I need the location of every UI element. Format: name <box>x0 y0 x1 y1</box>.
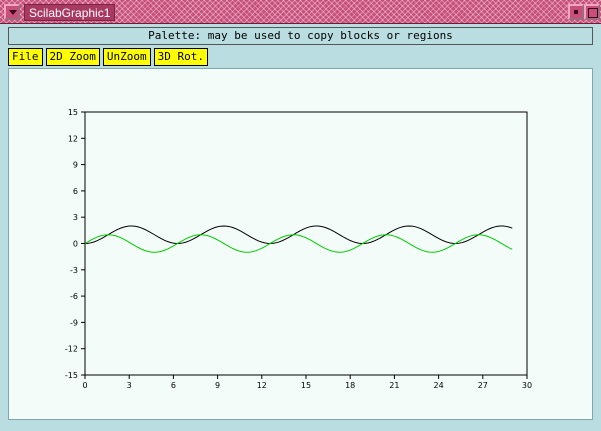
y-tick-label: 3 <box>73 213 78 222</box>
y-tick-label: 9 <box>73 161 78 170</box>
y-tick-label: -6 <box>70 292 78 301</box>
y-tick-label: -15 <box>65 371 78 380</box>
x-tick-label: 24 <box>434 381 444 390</box>
x-tick-label: 6 <box>171 381 176 390</box>
plot-canvas[interactable]: 0 3 6 9 12 15 18 21 24 27 30 -15 -12 -9 -6 -3 0 3 6 9 12 15 <box>8 68 593 420</box>
x-tick-label: 15 <box>301 381 311 390</box>
y-tick-label: -9 <box>70 318 78 327</box>
x-tick-label: 27 <box>478 381 488 390</box>
info-message: Palette: may be used to copy blocks or r… <box>8 27 593 45</box>
y-tick-label: 0 <box>73 240 78 249</box>
x-tick-label: 30 <box>522 381 532 390</box>
plot-frame <box>84 111 528 376</box>
series-line-2 <box>84 234 513 253</box>
3d-rotation-button[interactable]: 3D Rot. <box>153 48 208 66</box>
graphic-menu-bar: File 2D Zoom UnZoom 3D Rot. <box>8 48 208 66</box>
x-tick-label: 12 <box>257 381 267 390</box>
x-tick-label: 18 <box>345 381 355 390</box>
series-line-1 <box>84 225 513 245</box>
scilab-graphic-window: ScilabGraphic1 Palette: may be used to c… <box>0 0 601 431</box>
maximize-icon[interactable] <box>584 4 600 20</box>
y-tick-label: -12 <box>65 345 78 354</box>
2d-zoom-button[interactable]: 2D Zoom <box>45 48 100 66</box>
x-tick-label: 21 <box>389 381 399 390</box>
title-bar[interactable]: ScilabGraphic1 <box>0 0 601 24</box>
y-tick-label: 12 <box>68 134 78 143</box>
y-tick-label: -3 <box>70 266 78 275</box>
x-tick-label: 3 <box>127 381 132 390</box>
y-tick-label: 6 <box>73 187 78 196</box>
x-tick-label: 0 <box>82 381 87 390</box>
line-chart: 0 3 6 9 12 15 18 21 24 27 30 -15 -12 -9 -6 -3 0 3 6 9 12 15 <box>65 108 532 390</box>
unzoom-button[interactable]: UnZoom <box>102 48 151 66</box>
window-title: ScilabGraphic1 <box>24 4 116 21</box>
minimize-icon[interactable] <box>568 4 584 20</box>
file-menu-button[interactable]: File <box>8 48 43 66</box>
y-tick-label: 15 <box>68 108 78 117</box>
x-tick-label: 9 <box>215 381 220 390</box>
window-menu-icon[interactable] <box>4 4 20 20</box>
